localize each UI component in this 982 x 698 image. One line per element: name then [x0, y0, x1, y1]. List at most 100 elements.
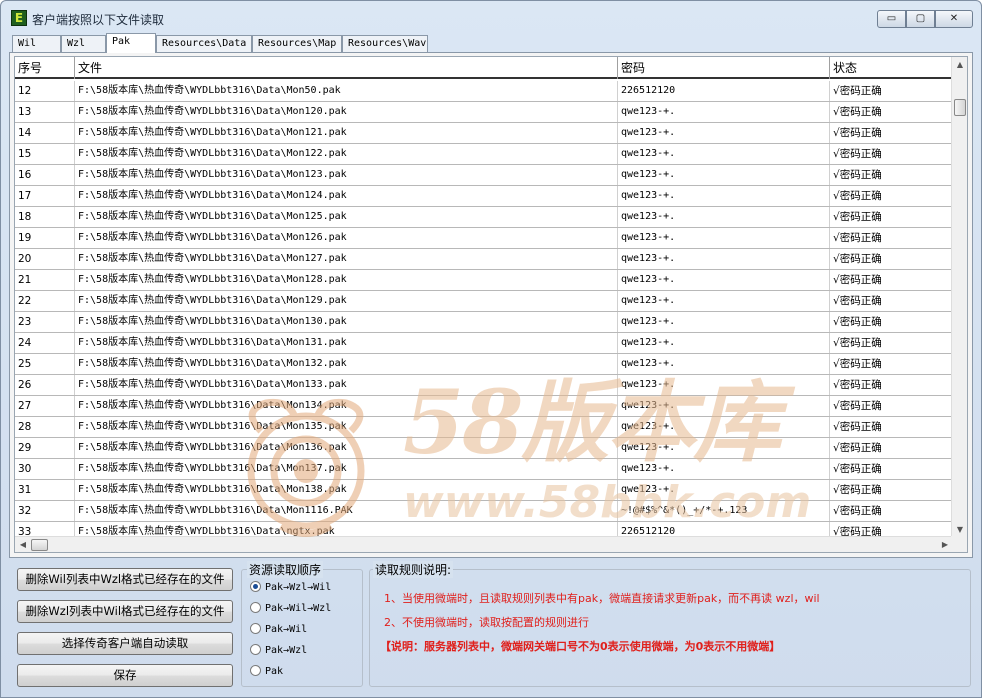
file-path-cell[interactable]: F:\58版本库\热血传奇\WYDLbbt316\Data\Mon128.pak — [75, 270, 618, 290]
file-path-cell[interactable]: F:\58版本库\热血传奇\WYDLbbt316\Data\Mon122.pak — [75, 144, 618, 164]
column-header-status[interactable]: 状态 — [830, 57, 953, 79]
read-order-radio[interactable]: Pak→Wil→Wzl — [250, 601, 331, 617]
table-row[interactable]: 27 F:\58版本库\热血传奇\WYDLbbt316\Data\Mon134.p… — [15, 396, 953, 417]
table-row[interactable]: 13 F:\58版本库\热血传奇\WYDLbbt316\Data\Mon120.p… — [15, 102, 953, 123]
table-row[interactable]: 32 F:\58版本库\热血传奇\WYDLbbt316\Data\Mon1116.… — [15, 501, 953, 522]
table-row[interactable]: 30 F:\58版本库\热血传奇\WYDLbbt316\Data\Mon137.p… — [15, 459, 953, 480]
password-cell[interactable]: qwe123-+. — [618, 438, 830, 458]
row-number-cell[interactable]: 25 — [15, 354, 75, 374]
status-cell[interactable]: √密码正确 — [830, 186, 953, 206]
file-path-cell[interactable]: F:\58版本库\热血传奇\WYDLbbt316\Data\Mon1116.PA… — [75, 501, 618, 521]
tab-resources-map[interactable]: Resources\Map — [252, 35, 342, 52]
row-number-cell[interactable]: 20 — [15, 249, 75, 269]
status-cell[interactable]: √密码正确 — [830, 270, 953, 290]
scroll-left-icon[interactable]: ◀ — [15, 540, 31, 549]
file-path-cell[interactable]: F:\58版本库\热血传奇\WYDLbbt316\Data\Mon135.pak — [75, 417, 618, 437]
vertical-scrollbar[interactable]: ▲ ▼ — [951, 57, 967, 537]
save-button[interactable]: 保存 — [17, 664, 233, 687]
tab-wil[interactable]: Wil — [12, 35, 61, 52]
row-number-cell[interactable]: 31 — [15, 480, 75, 500]
table-row[interactable]: 18 F:\58版本库\热血传奇\WYDLbbt316\Data\Mon125.p… — [15, 207, 953, 228]
file-path-cell[interactable]: F:\58版本库\热血传奇\WYDLbbt316\Data\Mon137.pak — [75, 459, 618, 479]
status-cell[interactable]: √密码正确 — [830, 81, 953, 101]
status-cell[interactable]: √密码正确 — [830, 102, 953, 122]
status-cell[interactable]: √密码正确 — [830, 396, 953, 416]
table-row[interactable]: 31 F:\58版本库\热血传奇\WYDLbbt316\Data\Mon138.p… — [15, 480, 953, 501]
table-row[interactable]: 19 F:\58版本库\热血传奇\WYDLbbt316\Data\Mon126.p… — [15, 228, 953, 249]
tab-resources-data[interactable]: Resources\Data — [156, 35, 252, 52]
password-cell[interactable]: qwe123-+. — [618, 123, 830, 143]
file-path-cell[interactable]: F:\58版本库\热血传奇\WYDLbbt316\Data\Mon132.pak — [75, 354, 618, 374]
password-cell[interactable]: qwe123-+. — [618, 165, 830, 185]
read-order-radio[interactable]: Pak — [250, 664, 283, 680]
row-number-cell[interactable]: 23 — [15, 312, 75, 332]
status-cell[interactable]: √密码正确 — [830, 249, 953, 269]
file-path-cell[interactable]: F:\58版本库\热血传奇\WYDLbbt316\Data\Mon129.pak — [75, 291, 618, 311]
delete-wzl-button[interactable]: 删除Wzl列表中Wil格式已经存在的文件 — [17, 600, 233, 623]
password-cell[interactable]: qwe123-+. — [618, 312, 830, 332]
password-cell[interactable]: qwe123-+. — [618, 249, 830, 269]
file-path-cell[interactable]: F:\58版本库\热血传奇\WYDLbbt316\Data\Mon121.pak — [75, 123, 618, 143]
password-cell[interactable]: qwe123-+. — [618, 333, 830, 353]
status-cell[interactable]: √密码正确 — [830, 207, 953, 227]
password-cell[interactable]: qwe123-+. — [618, 459, 830, 479]
status-cell[interactable]: √密码正确 — [830, 123, 953, 143]
file-path-cell[interactable]: F:\58版本库\热血传奇\WYDLbbt316\Data\Mon123.pak — [75, 165, 618, 185]
password-cell[interactable]: qwe123-+. — [618, 186, 830, 206]
row-number-cell[interactable]: 15 — [15, 144, 75, 164]
vertical-scroll-thumb[interactable] — [954, 99, 966, 116]
file-path-cell[interactable]: F:\58版本库\热血传奇\WYDLbbt316\Data\Mon138.pak — [75, 480, 618, 500]
table-row[interactable]: 16 F:\58版本库\热血传奇\WYDLbbt316\Data\Mon123.p… — [15, 165, 953, 186]
minimize-button[interactable]: ▭ — [877, 10, 906, 28]
status-cell[interactable]: √密码正确 — [830, 354, 953, 374]
password-cell[interactable]: ~!@#$%^&*()_+/*-+.123 — [618, 501, 830, 521]
horizontal-scrollbar[interactable]: ◀ ▶ — [15, 536, 953, 552]
status-cell[interactable]: √密码正确 — [830, 312, 953, 332]
password-cell[interactable]: qwe123-+. — [618, 480, 830, 500]
table-row[interactable]: 12 F:\58版本库\热血传奇\WYDLbbt316\Data\Mon50.pa… — [15, 81, 953, 102]
horizontal-scroll-thumb[interactable] — [31, 539, 48, 551]
choose-client-button[interactable]: 选择传奇客户端自动读取 — [17, 632, 233, 655]
close-button[interactable]: ✕ — [935, 10, 973, 28]
status-cell[interactable]: √密码正确 — [830, 375, 953, 395]
file-path-cell[interactable]: F:\58版本库\热血传奇\WYDLbbt316\Data\Mon131.pak — [75, 333, 618, 353]
password-cell[interactable]: qwe123-+. — [618, 144, 830, 164]
delete-wil-button[interactable]: 删除Wil列表中Wzl格式已经存在的文件 — [17, 568, 233, 591]
table-row[interactable]: 28 F:\58版本库\热血传奇\WYDLbbt316\Data\Mon135.p… — [15, 417, 953, 438]
password-cell[interactable]: qwe123-+. — [618, 228, 830, 248]
table-row[interactable]: 22 F:\58版本库\热血传奇\WYDLbbt316\Data\Mon129.p… — [15, 291, 953, 312]
row-number-cell[interactable]: 24 — [15, 333, 75, 353]
row-number-cell[interactable]: 12 — [15, 81, 75, 101]
table-row[interactable]: 14 F:\58版本库\热血传奇\WYDLbbt316\Data\Mon121.p… — [15, 123, 953, 144]
password-cell[interactable]: qwe123-+. — [618, 207, 830, 227]
tab-pak[interactable]: Pak — [106, 33, 156, 53]
status-cell[interactable]: √密码正确 — [830, 459, 953, 479]
column-header-password[interactable]: 密码 — [618, 57, 830, 79]
file-path-cell[interactable]: F:\58版本库\热血传奇\WYDLbbt316\Data\Mon120.pak — [75, 102, 618, 122]
table-row[interactable]: 21 F:\58版本库\热血传奇\WYDLbbt316\Data\Mon128.p… — [15, 270, 953, 291]
row-number-cell[interactable]: 29 — [15, 438, 75, 458]
file-path-cell[interactable]: F:\58版本库\热血传奇\WYDLbbt316\Data\Mon126.pak — [75, 228, 618, 248]
file-path-cell[interactable]: F:\58版本库\热血传奇\WYDLbbt316\Data\Mon130.pak — [75, 312, 618, 332]
status-cell[interactable]: √密码正确 — [830, 480, 953, 500]
column-header-file[interactable]: 文件 — [75, 57, 618, 79]
status-cell[interactable]: √密码正确 — [830, 438, 953, 458]
row-number-cell[interactable]: 13 — [15, 102, 75, 122]
row-number-cell[interactable]: 26 — [15, 375, 75, 395]
title-bar[interactable]: E 客户端按照以下文件读取 ▭ ▢ ✕ — [1, 1, 981, 31]
row-number-cell[interactable]: 28 — [15, 417, 75, 437]
table-row[interactable]: 23 F:\58版本库\热血传奇\WYDLbbt316\Data\Mon130.p… — [15, 312, 953, 333]
read-order-radio[interactable]: Pak→Wil — [250, 622, 307, 638]
status-cell[interactable]: √密码正确 — [830, 228, 953, 248]
maximize-button[interactable]: ▢ — [906, 10, 935, 28]
file-path-cell[interactable]: F:\58版本库\热血传奇\WYDLbbt316\Data\Mon50.pak — [75, 81, 618, 101]
radio-unchecked-icon[interactable] — [250, 623, 261, 634]
row-number-cell[interactable]: 18 — [15, 207, 75, 227]
table-row[interactable]: 17 F:\58版本库\热血传奇\WYDLbbt316\Data\Mon124.p… — [15, 186, 953, 207]
row-number-cell[interactable]: 22 — [15, 291, 75, 311]
table-row[interactable]: 20 F:\58版本库\热血传奇\WYDLbbt316\Data\Mon127.p… — [15, 249, 953, 270]
row-number-cell[interactable]: 14 — [15, 123, 75, 143]
table-row[interactable]: 25 F:\58版本库\热血传奇\WYDLbbt316\Data\Mon132.p… — [15, 354, 953, 375]
status-cell[interactable]: √密码正确 — [830, 165, 953, 185]
scroll-up-icon[interactable]: ▲ — [952, 60, 967, 69]
